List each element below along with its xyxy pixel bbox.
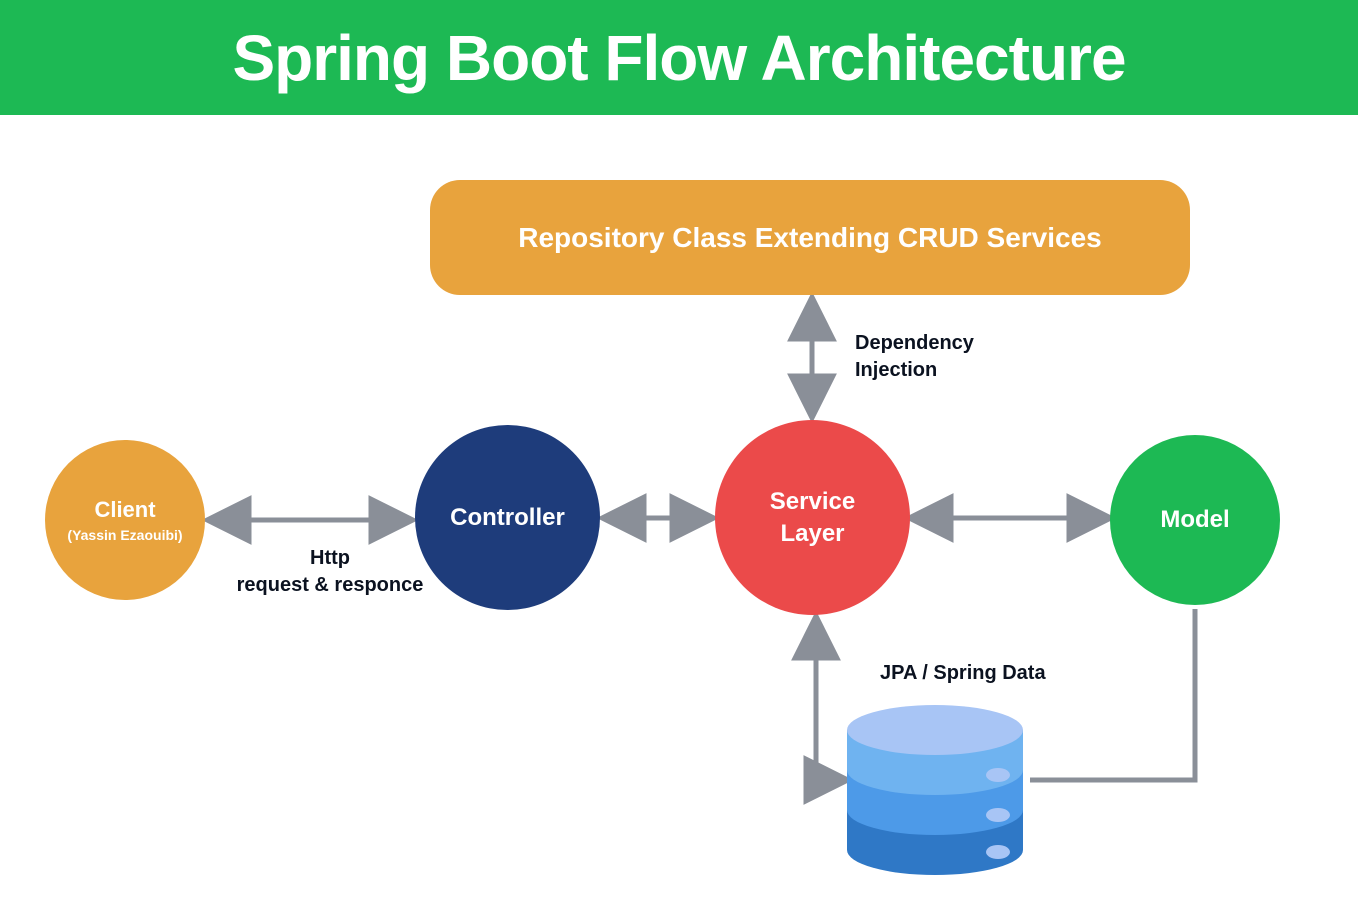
repository-label: Repository Class Extending CRUD Services xyxy=(518,222,1102,254)
model-node: Model xyxy=(1110,435,1280,605)
controller-label: Controller xyxy=(450,504,565,532)
client-label: Client xyxy=(94,497,155,523)
repository-box: Repository Class Extending CRUD Services xyxy=(430,180,1190,295)
controller-node: Controller xyxy=(415,425,600,610)
database-icon xyxy=(840,700,1030,880)
dependency-injection-label: DependencyInjection xyxy=(855,330,1015,384)
client-node: Client (Yassin Ezaouibi) xyxy=(45,440,205,600)
http-label: Httprequest & responce xyxy=(225,545,435,599)
client-sublabel: (Yassin Ezaouibi) xyxy=(67,527,182,543)
diagram-canvas: Repository Class Extending CRUD Services… xyxy=(0,115,1358,916)
page-title: Spring Boot Flow Architecture xyxy=(232,21,1125,95)
service-label-2: Layer xyxy=(780,518,844,549)
service-label-1: Service xyxy=(770,486,855,517)
model-label: Model xyxy=(1160,506,1229,534)
service-node: Service Layer xyxy=(715,420,910,615)
jpa-label: JPA / Spring Data xyxy=(880,660,1100,687)
header-banner: Spring Boot Flow Architecture xyxy=(0,0,1358,115)
